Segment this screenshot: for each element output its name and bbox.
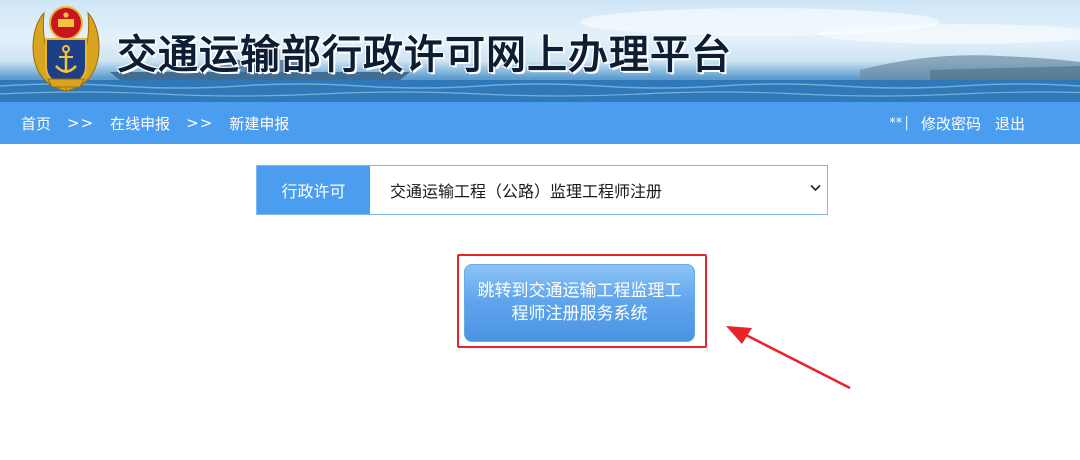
user-menu: ** | 修改密码 退出 [889, 102, 1025, 144]
site-title: 交通运输部行政许可网上办理平台 [117, 31, 732, 78]
permit-type-select[interactable]: 交通运输工程（公路）监理工程师注册 [370, 166, 827, 214]
top-nav-bar: 首页 >> 在线申报 >> 新建申报 ** | 修改密码 退出 [0, 102, 1080, 144]
permit-type-selected-value: 交通运输工程（公路）监理工程师注册 [390, 182, 663, 201]
permit-type-label: 行政许可 [257, 166, 370, 214]
breadcrumb-separator: >> [67, 114, 95, 132]
breadcrumb-new-apply-link[interactable]: 新建申报 [229, 113, 289, 134]
nav-divider: | [904, 115, 909, 131]
chevron-down-icon [810, 184, 821, 192]
breadcrumb-home-link[interactable]: 首页 [21, 113, 51, 134]
breadcrumb-online-apply-link[interactable]: 在线申报 [110, 113, 170, 134]
breadcrumb-separator: >> [186, 114, 214, 132]
red-arrow-icon [726, 326, 851, 390]
change-password-link[interactable]: 修改密码 [921, 113, 981, 134]
header-banner: 交通运输部行政许可网上办理平台 [0, 0, 1080, 102]
breadcrumb: 首页 >> 在线申报 >> 新建申报 [21, 102, 289, 144]
logout-link[interactable]: 退出 [995, 113, 1025, 134]
jump-to-registration-system-button[interactable]: 跳转到交通运输工程监理工程师注册服务系统 [464, 264, 695, 342]
traffic-police-emblem-icon [32, 6, 100, 92]
username: ** [889, 115, 903, 131]
permit-type-field: 行政许可 交通运输工程（公路）监理工程师注册 [256, 165, 828, 215]
